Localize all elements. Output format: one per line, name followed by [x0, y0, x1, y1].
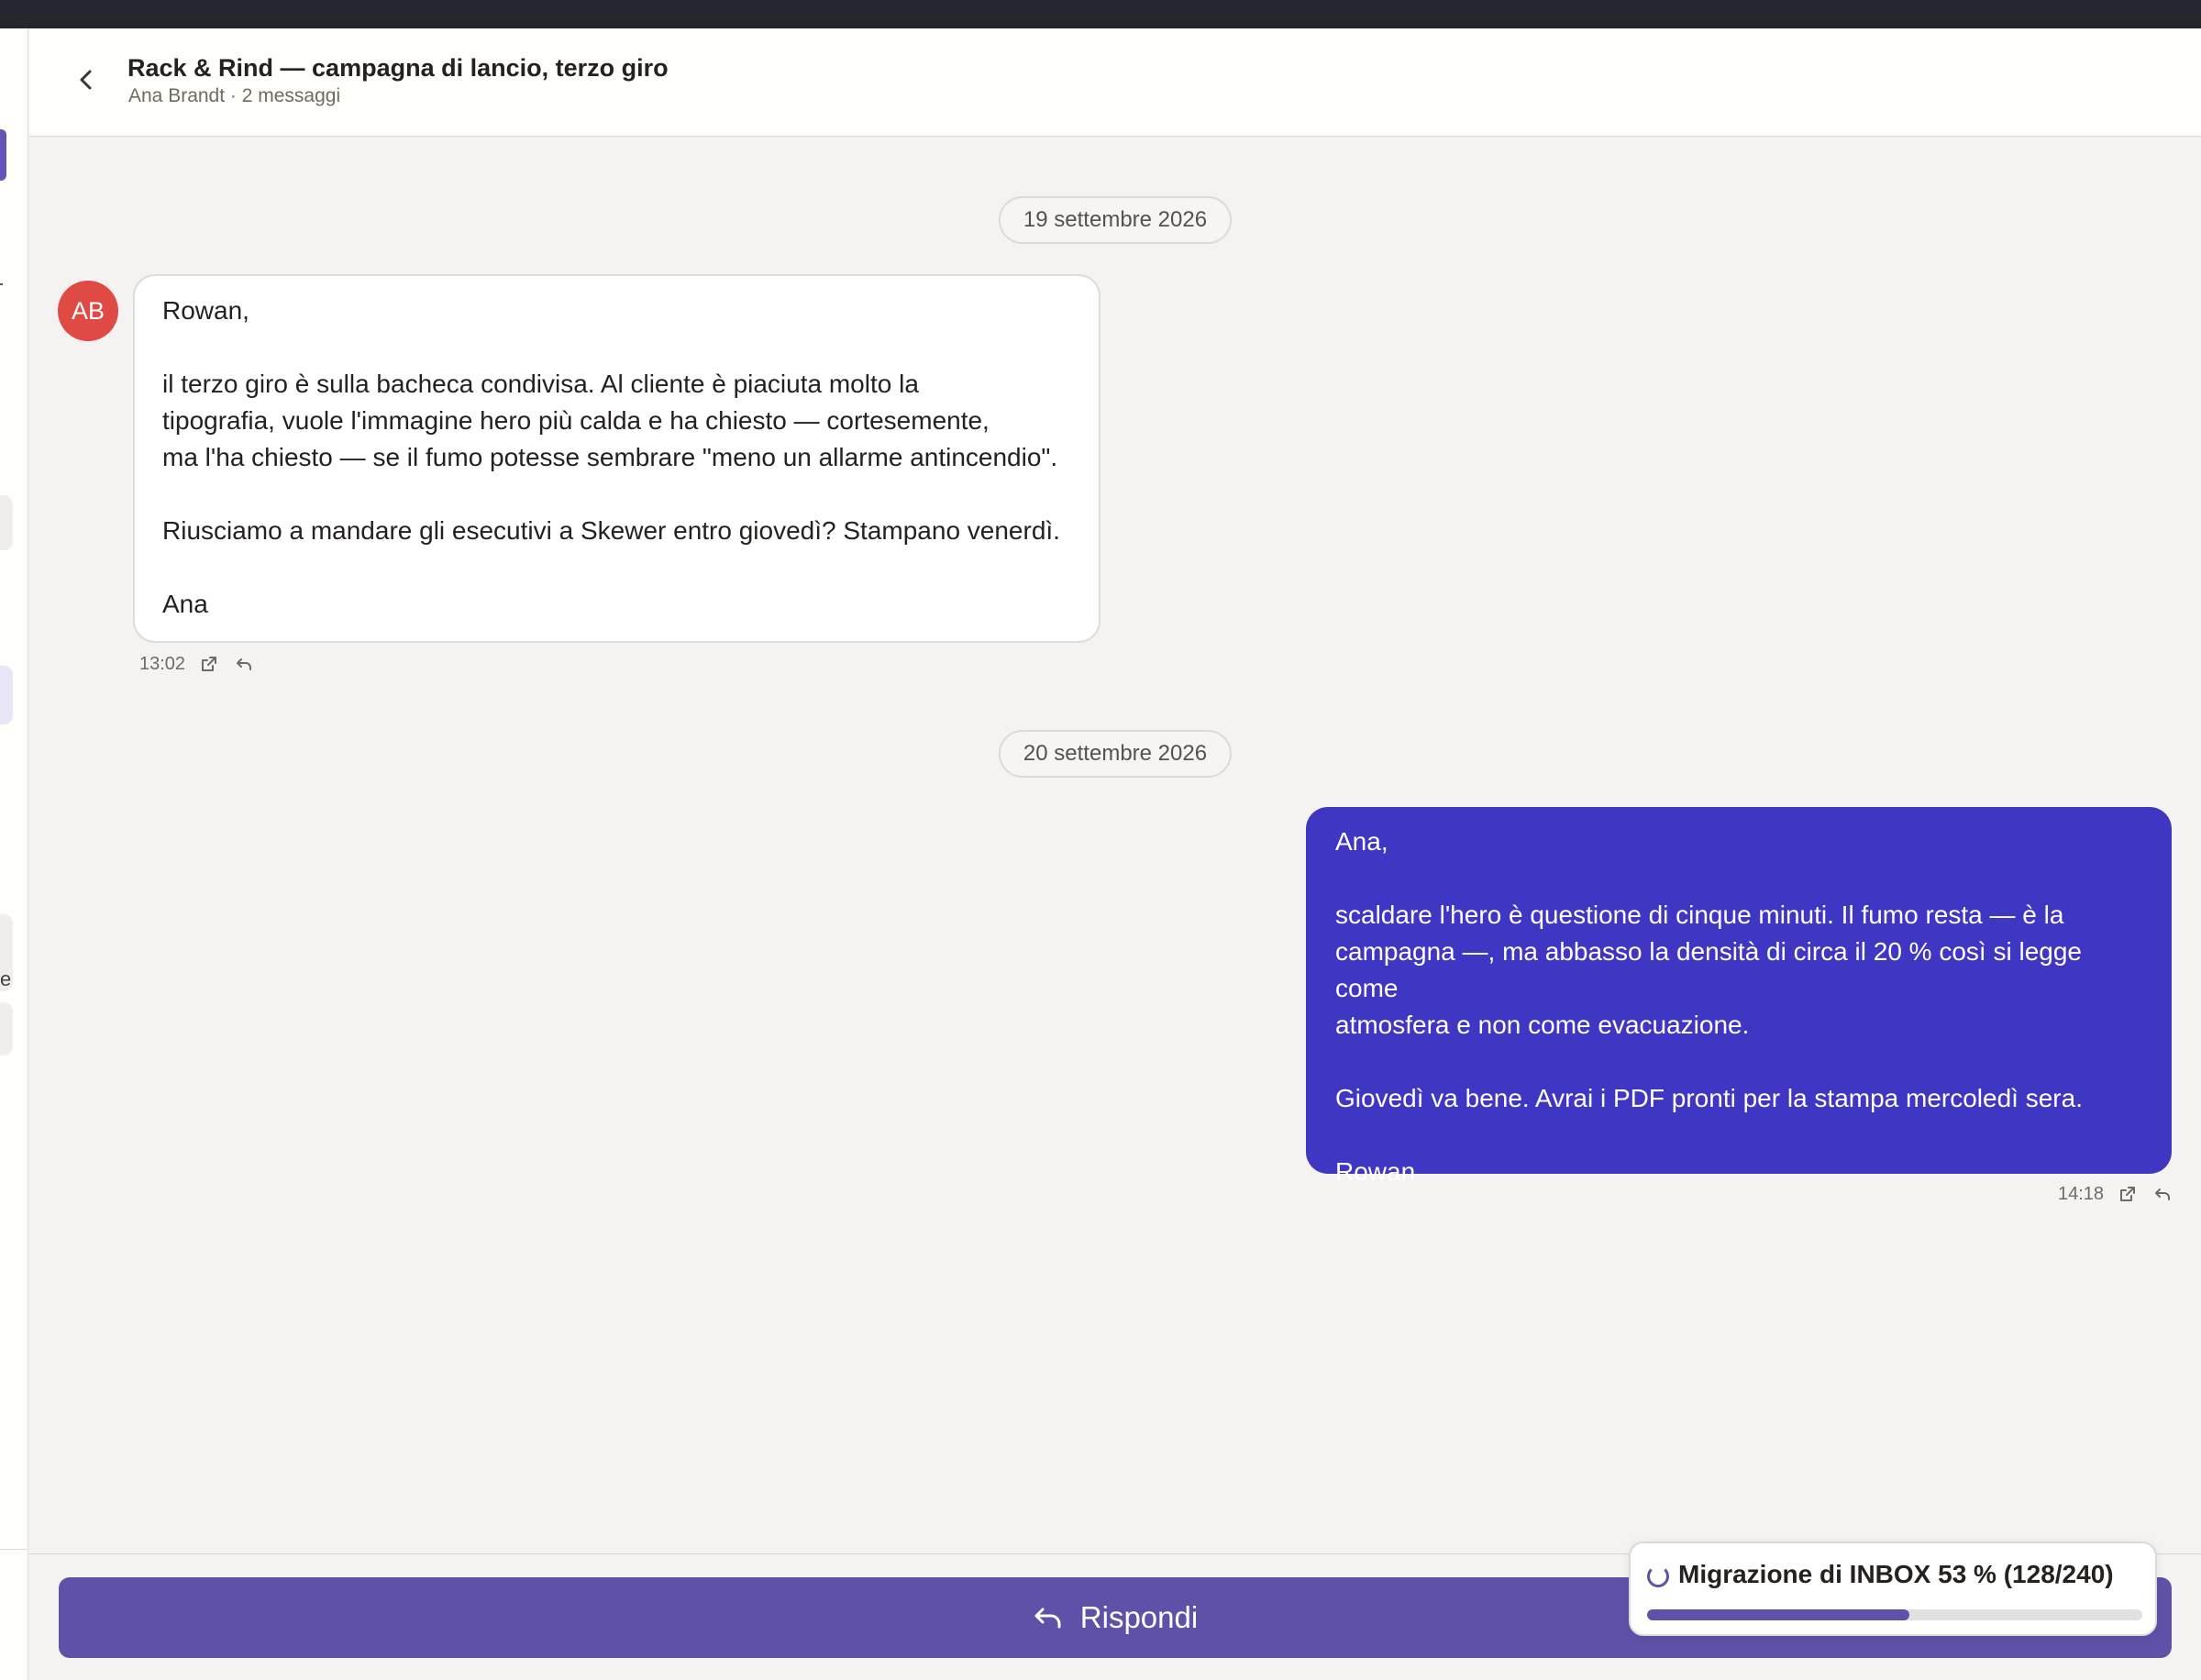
message-meta: 13:02 — [139, 653, 255, 675]
sidebar-active-indicator[interactable] — [0, 129, 6, 181]
outgoing-message-bubble: Ana, scaldare l'hero è questione di cinq… — [1306, 807, 2172, 1186]
spinner-icon — [1647, 1565, 1669, 1587]
message-meta: 14:18 — [2058, 1183, 2173, 1205]
reply-icon — [1034, 1608, 1061, 1629]
message-greeting: Ana, — [1335, 827, 1388, 856]
reply-button-label: Rispondi — [1079, 1600, 1199, 1634]
migration-toast: Migrazione di INBOX 53 % (128/240) — [1629, 1542, 2157, 1636]
message-time: 13:02 — [139, 653, 186, 674]
message-line: campagna —, ma abbasso la densità di cir… — [1335, 937, 2082, 1002]
message-line: Giovedì va bene. Avrai i PDF pronti per … — [1335, 1084, 2083, 1112]
thread-title: Rack & Rind — campagna di lancio, terzo … — [127, 54, 669, 82]
date-separator: 19 settembre 2026 — [998, 196, 1233, 244]
message-line: il terzo giro è sulla bacheca condivisa.… — [162, 370, 919, 398]
message-line: tipografia, vuole l'immagine hero più ca… — [162, 406, 990, 435]
reply-icon[interactable] — [2151, 1183, 2173, 1205]
sidebar-item[interactable] — [0, 1002, 13, 1056]
message-time: 14:18 — [2058, 1183, 2105, 1204]
sidebar-marker — [0, 283, 3, 285]
date-separator: 20 settembre 2026 — [998, 730, 1233, 778]
sidebar-item-label: e — [0, 967, 12, 990]
message-line: Riusciamo a mandare gli esecutivi a Skew… — [162, 516, 1060, 545]
thread-subtitle: Ana Brandt · 2 messaggi — [128, 85, 341, 106]
sidebar-item[interactable] — [0, 495, 13, 550]
open-external-icon[interactable] — [2117, 1183, 2139, 1205]
sidebar-item-selected[interactable] — [0, 666, 13, 724]
open-external-icon[interactable] — [198, 653, 220, 675]
migration-progress-fill — [1647, 1609, 1910, 1620]
reply-icon[interactable] — [233, 653, 255, 675]
message-signoff: Rowan — [1335, 1157, 1416, 1186]
sidebar-divider — [0, 1549, 28, 1550]
migration-progress-bar — [1647, 1609, 2142, 1620]
incoming-message-bubble: Rowan, il terzo giro è sulla bacheca con… — [133, 274, 1100, 643]
message-line: scaldare l'hero è questione di cinque mi… — [1335, 901, 2064, 929]
message-greeting: Rowan, — [162, 296, 249, 325]
avatar: AB — [58, 281, 118, 341]
message-line: ma l'ha chiesto — se il fumo potesse sem… — [162, 443, 1058, 471]
chevron-left-icon — [80, 70, 92, 90]
back-button[interactable] — [68, 61, 105, 98]
message-line: atmosfera e non come evacuazione. — [1335, 1011, 1750, 1039]
sidebar: e — [0, 28, 28, 1680]
message-signoff: Ana — [162, 590, 208, 618]
thread-header: Rack & Rind — campagna di lancio, terzo … — [29, 28, 2201, 137]
window-top-bar — [0, 0, 2201, 28]
migration-status-text: Migrazione di INBOX 53 % (128/240) — [1678, 1560, 2114, 1588]
